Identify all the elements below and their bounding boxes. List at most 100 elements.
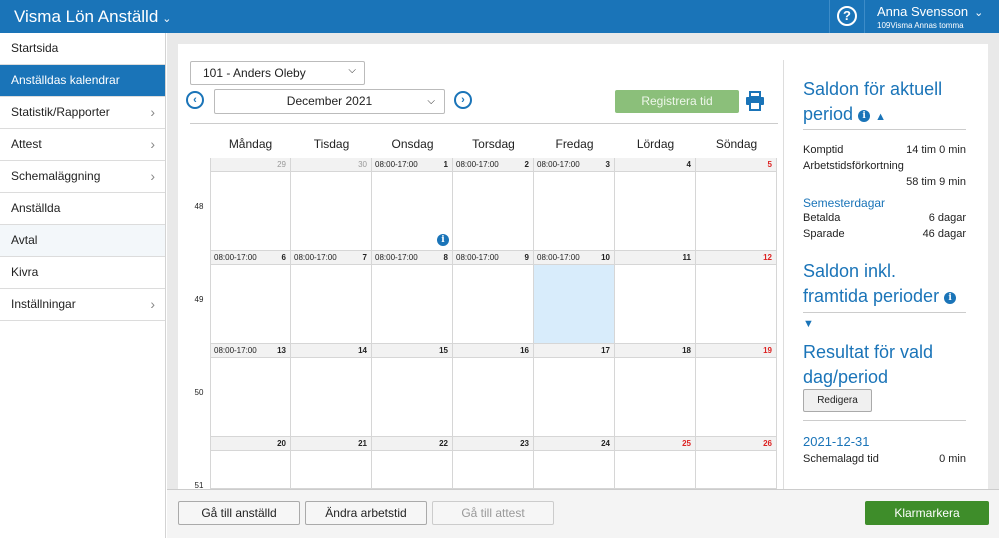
day-schedule: 08:00-17:00 [537,253,580,262]
calendar-day[interactable]: 17 [534,344,615,437]
chevron-down-icon: ⌄ [162,13,172,25]
day-number: 13 [277,346,286,355]
chevron-down-icon: ⌄ [974,7,984,19]
day-schedule: 08:00-17:00 [214,253,257,262]
calendar-day[interactable]: 19 [696,344,777,437]
calendar-day[interactable]: 25 [615,437,696,489]
print-icon[interactable] [745,91,765,111]
day-header: 30 [291,158,371,172]
calendar-day[interactable]: 14 [291,344,372,437]
calendar-day[interactable]: 30 [291,158,372,251]
day-header: 29 [211,158,290,172]
edit-button[interactable]: Redigera [803,389,872,412]
calendar-day[interactable]: 20 [210,437,291,489]
sidebar: Startsida Anställdas kalendrar Statistik/R… [0,33,166,538]
calendar-day[interactable]: 08:00-17:00 8 [372,251,453,344]
day-header: 12 [696,251,776,265]
calendar-day[interactable]: 08:00-17:00 7 [291,251,372,344]
panel-divider [783,60,784,490]
future-section-title[interactable]: Saldon inkl. framtida perioder i ▼ [803,259,966,337]
register-time-button[interactable]: Registrera tid [615,90,739,113]
chevron-down-icon: ⌵ [427,96,435,107]
day-header: 19 [696,344,776,358]
app-title-menu[interactable]: Visma Lön Anställd ⌄ [14,7,172,27]
sidebar-item[interactable]: Inställningar › [0,289,165,321]
atf-row: Arbetstidsförkortning [803,160,966,172]
day-header: 08:00-17:00 6 [211,251,290,265]
sidebar-item[interactable]: Attest › [0,129,165,161]
month-select[interactable]: December 2021 ⌵ [214,89,445,114]
klarmarkera-button[interactable]: Klarmarkera [865,501,989,525]
calendar-day[interactable]: 08:00-17:00 13 [210,344,291,437]
chevron-right-icon: › [150,104,155,120]
info-icon[interactable]: i [437,234,449,246]
calendar-day[interactable]: 4 [615,158,696,251]
day-number: 18 [682,346,691,355]
day-header: 18 [615,344,695,358]
sidebar-item[interactable]: Schemaläggning › [0,161,165,193]
user-menu[interactable]: Anna Svensson ⌄ [877,4,983,19]
info-icon[interactable]: i [858,110,871,122]
day-number: 7 [362,253,367,262]
day-header: 08:00-17:00 10 [534,251,614,265]
day-number: 17 [601,346,610,355]
calendar-day[interactable]: 08:00-17:00 2 [453,158,534,251]
chevron-right-icon: › [461,94,465,106]
calendar-day[interactable]: 11 [615,251,696,344]
calendar-day[interactable]: 12 [696,251,777,344]
goto-employee-button[interactable]: Gå till anställd [178,501,300,525]
weekday-header: Lördag [636,137,675,151]
sidebar-item[interactable]: Anställda [0,193,165,225]
calendar-day[interactable]: 08:00-17:00 3 [534,158,615,251]
sidebar-item[interactable]: Anställdas kalendrar [0,65,165,97]
week-number: 49 [194,295,204,304]
prev-month-button[interactable]: ‹ [186,91,204,109]
user-name: Anna Svensson [877,4,969,19]
balance-section-title[interactable]: Saldon för aktuell period i ▲ [803,77,966,130]
komptid-label: Komptid [803,144,844,156]
calendar-day[interactable]: 23 [453,437,534,489]
day-header: 25 [615,437,695,451]
goto-attest-button: Gå till attest [432,501,554,525]
day-number: 1 [443,160,448,169]
calendar-day[interactable]: 08:00-17:00 9 [453,251,534,344]
next-month-button[interactable]: › [454,91,472,109]
calendar-day[interactable]: 15 [372,344,453,437]
calendar-day[interactable]: 26 [696,437,777,489]
change-worktime-button[interactable]: Ändra arbetstid [305,501,427,525]
sidebar-item-label: Startsida [11,41,59,55]
calendar-day[interactable]: 08:00-17:00 10 [534,251,615,344]
employee-select[interactable]: 101 - Anders Oleby ⌵ [190,61,365,85]
selected-date: 2021-12-31 [803,434,870,449]
day-number: 22 [439,439,448,448]
sidebar-item-label: Inställningar [11,297,76,311]
day-number: 11 [682,253,691,262]
sidebar-item[interactable]: Avtal [0,225,165,257]
calendar-day[interactable]: 08:00-17:00 1 i [372,158,453,251]
weekday-header: Fredag [555,137,594,151]
calendar-day[interactable]: 21 [291,437,372,489]
day-header: 22 [372,437,452,451]
day-number: 5 [767,160,772,169]
day-header: 17 [534,344,614,358]
day-header: 5 [696,158,776,172]
sidebar-item[interactable]: Startsida [0,33,165,65]
future-title-text: Saldon inkl. framtida perioder [803,261,940,306]
calendar-day[interactable]: 29 [210,158,291,251]
calendar-day[interactable]: 5 [696,158,777,251]
day-header: 08:00-17:00 7 [291,251,371,265]
day-header: 08:00-17:00 13 [211,344,290,358]
day-number: 20 [277,439,286,448]
calendar-day[interactable]: 16 [453,344,534,437]
info-icon[interactable]: i [944,292,957,304]
calendar-day[interactable]: 18 [615,344,696,437]
sidebar-item[interactable]: Statistik/Rapporter › [0,97,165,129]
day-header: 20 [211,437,290,451]
calendar-day[interactable]: 22 [372,437,453,489]
calendar-day[interactable]: 24 [534,437,615,489]
saved-value: 46 dagar [922,228,966,240]
sidebar-item[interactable]: Kivra [0,257,165,289]
day-number: 8 [443,253,448,262]
help-button[interactable]: ? [829,0,865,33]
calendar-day[interactable]: 08:00-17:00 6 [210,251,291,344]
